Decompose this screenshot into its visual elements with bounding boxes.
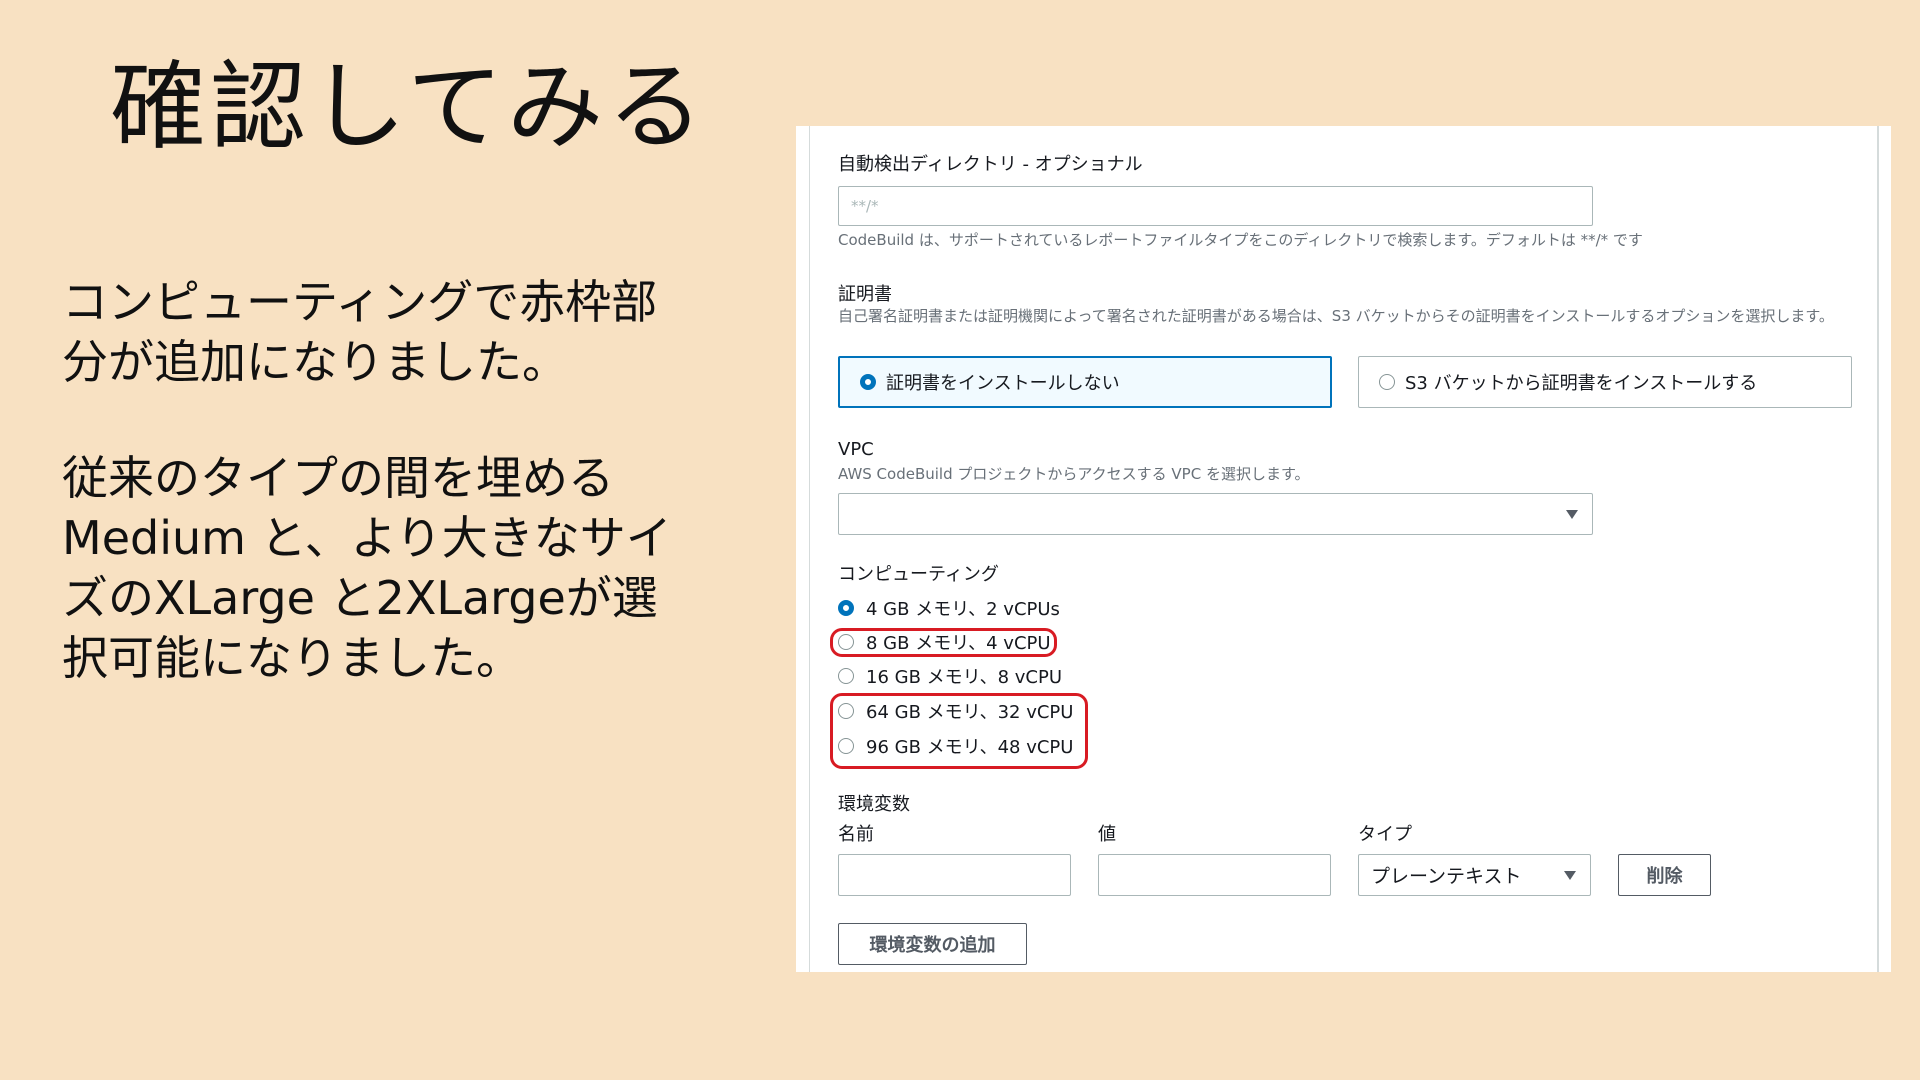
panel-left-border [809, 126, 810, 972]
vpc-select[interactable] [838, 493, 1593, 535]
compute-option-label: 16 GB メモリ、8 vCPU [866, 667, 1062, 688]
slide-description-2: 従来のタイプの間を埋めるMedium と、より大きなサイズのXLarge と2X… [62, 451, 672, 685]
radio-selected-icon [860, 374, 876, 390]
chevron-down-icon [1566, 510, 1578, 519]
certificate-option-label: S3 バケットから証明書をインストールする [1405, 373, 1758, 394]
report-dir-placeholder: **/* [851, 197, 879, 215]
vpc-hint: AWS CodeBuild プロジェクトからアクセスする VPC を選択します。 [838, 465, 1310, 483]
env-name-label: 名前 [838, 824, 874, 845]
env-name-input[interactable] [838, 854, 1071, 896]
certificate-option-none[interactable]: 証明書をインストールしない [838, 356, 1332, 408]
report-dir-input[interactable]: **/* [838, 186, 1593, 226]
env-type-value: プレーンテキスト [1371, 865, 1522, 888]
env-add-button[interactable]: 環境変数の追加 [838, 923, 1027, 965]
radio-unselected-icon [838, 668, 854, 684]
compute-option[interactable]: 4 GB メモリ、2 vCPUs [838, 596, 1060, 620]
env-label: 環境変数 [838, 794, 910, 815]
env-value-label: 値 [1098, 824, 1116, 845]
env-type-label: タイプ [1358, 824, 1412, 845]
env-type-select[interactable]: プレーンテキスト [1358, 854, 1591, 896]
radio-unselected-icon [1379, 374, 1395, 390]
panel-right-border [1877, 126, 1879, 972]
radio-selected-icon [838, 600, 854, 616]
chevron-down-icon [1564, 871, 1576, 880]
env-value-input[interactable] [1098, 854, 1331, 896]
compute-label: コンピューティング [838, 564, 999, 585]
env-remove-button[interactable]: 削除 [1618, 854, 1711, 896]
highlight-box-medium [830, 628, 1057, 657]
codebuild-form-screenshot: 自動検出ディレクトリ - オプショナル **/* CodeBuild は、サポー… [796, 126, 1891, 972]
slide-description-1: コンピューティングで赤枠部分が追加になりました。 [62, 275, 658, 389]
certificate-label: 証明書 [838, 284, 892, 305]
vpc-label: VPC [838, 439, 874, 460]
certificate-hint: 自己署名証明書または証明機関によって署名された証明書がある場合は、S3 バケット… [838, 307, 1834, 325]
certificate-option-label: 証明書をインストールしない [886, 373, 1120, 394]
compute-option[interactable]: 16 GB メモリ、8 vCPU [838, 664, 1062, 688]
certificate-option-s3[interactable]: S3 バケットから証明書をインストールする [1358, 356, 1852, 408]
compute-option-label: 4 GB メモリ、2 vCPUs [866, 599, 1060, 620]
highlight-box-large [830, 693, 1088, 769]
report-dir-label: 自動検出ディレクトリ - オプショナル [838, 154, 1143, 175]
report-dir-hint: CodeBuild は、サポートされているレポートファイルタイプをこのディレクト… [838, 231, 1643, 249]
slide-title: 確認してみる [110, 51, 708, 163]
